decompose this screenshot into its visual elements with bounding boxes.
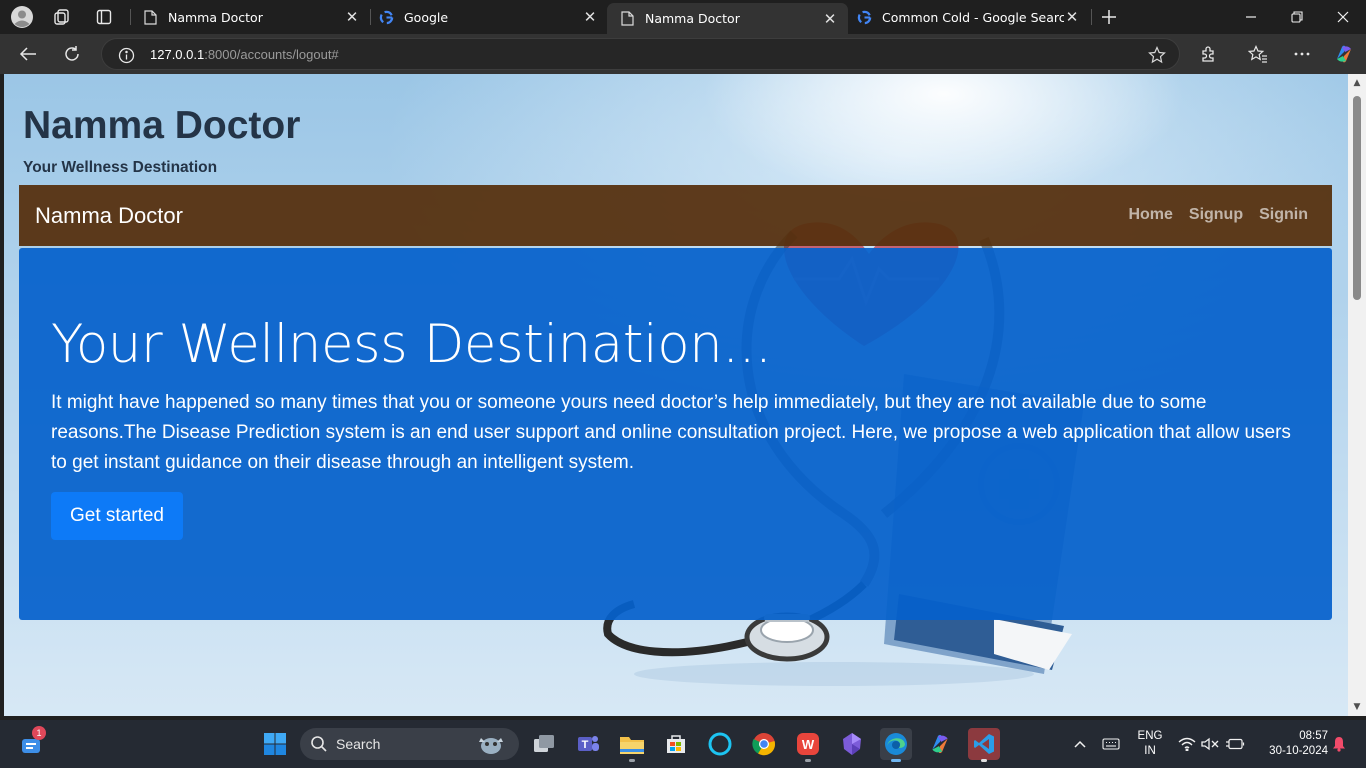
windows-taskbar: 1 Search T W ENG IN 08:57 30-10-2024 — [0, 720, 1366, 768]
page-icon — [142, 9, 158, 25]
show-hidden-icons-chevron-icon[interactable] — [1066, 728, 1094, 760]
tab-title: Google — [404, 9, 449, 25]
notification-badge: 1 — [32, 726, 46, 740]
svg-text:T: T — [582, 739, 589, 751]
file-explorer-icon[interactable] — [616, 728, 648, 762]
google-icon — [856, 9, 872, 25]
nav-link-signup[interactable]: Signup — [1189, 206, 1243, 224]
page-viewport: Namma Doctor Your Wellness Destination N… — [4, 74, 1348, 716]
workspaces-icon[interactable] — [50, 5, 74, 29]
restore-icon[interactable] — [1284, 4, 1310, 30]
nav-link-signin[interactable]: Signin — [1259, 206, 1308, 224]
hero-jumbotron: Your Wellness Destination... It might ha… — [19, 248, 1332, 620]
chrome-icon[interactable] — [748, 728, 780, 760]
browser-tab-strip: Namma Doctor ✕ Google ✕ Namma Doctor ✕ C… — [0, 0, 1366, 34]
close-tab-icon[interactable]: ✕ — [1064, 9, 1080, 25]
tab-title: Namma Doctor — [168, 9, 263, 25]
browser-tab-2[interactable]: Google ✕ — [366, 3, 608, 31]
site-title: Namma Doctor — [23, 104, 301, 147]
language-code: ENG — [1137, 730, 1163, 742]
close-tab-icon[interactable]: ✕ — [582, 9, 598, 25]
search-icon — [310, 735, 328, 757]
running-indicator — [805, 759, 811, 762]
running-indicator — [629, 759, 635, 762]
active-indicator — [891, 759, 901, 762]
favorite-star-icon[interactable] — [1147, 45, 1167, 65]
notification-bell-icon[interactable] — [1328, 728, 1350, 760]
tab-title: Common Cold - Google Search — [882, 9, 1064, 25]
get-started-button[interactable]: Get started — [51, 492, 183, 540]
scrollbar-thumb[interactable] — [1353, 96, 1361, 300]
page-scrollbar[interactable]: ▲ ▼ — [1348, 74, 1366, 716]
start-windows-icon[interactable] — [259, 728, 291, 760]
region-code: IN — [1144, 745, 1156, 757]
close-tab-icon[interactable]: ✕ — [822, 11, 838, 27]
browser-tab-1[interactable]: Namma Doctor ✕ — [130, 3, 370, 31]
url-path: :8000/accounts/logout# — [204, 47, 339, 62]
browser-tab-4[interactable]: Common Cold - Google Search ✕ — [844, 3, 1090, 31]
close-tab-icon[interactable]: ✕ — [344, 9, 360, 25]
more-options-icon[interactable] — [1287, 40, 1317, 68]
url-host: 127.0.0.1 — [150, 47, 205, 62]
edge-browser-icon[interactable] — [880, 728, 912, 762]
nav-link-home[interactable]: Home — [1128, 206, 1172, 224]
extensions-icon[interactable] — [1194, 40, 1224, 68]
profile-avatar-icon[interactable] — [10, 5, 34, 29]
browser-toolbar: 127.0.0.1:8000/accounts/logout# — [0, 34, 1366, 74]
scroll-down-arrow-icon[interactable]: ▼ — [1352, 702, 1362, 712]
browser-tab-3[interactable]: Namma Doctor ✕ — [607, 3, 848, 34]
wps-office-icon[interactable]: W — [792, 728, 824, 762]
site-info-icon[interactable] — [116, 45, 136, 65]
clock[interactable]: 08:57 30-10-2024 — [1256, 729, 1328, 759]
vscode-icon[interactable] — [968, 728, 1000, 762]
alexa-icon[interactable] — [704, 728, 736, 760]
refresh-icon[interactable] — [57, 40, 87, 68]
wifi-icon[interactable] — [1174, 728, 1200, 760]
tab-title: Namma Doctor — [645, 11, 740, 26]
tab-separator — [1091, 9, 1092, 25]
language-indicator[interactable]: ENG IN — [1134, 729, 1166, 759]
battery-charging-icon[interactable] — [1222, 728, 1248, 760]
hero-description: It might have happened so many times tha… — [51, 392, 1291, 473]
page-icon — [619, 11, 635, 27]
running-indicator — [981, 759, 987, 762]
nav-links: Home Signup Signin — [1128, 206, 1308, 224]
clock-date: 30-10-2024 — [1269, 745, 1328, 757]
svg-text:W: W — [802, 737, 815, 752]
obsidian-icon[interactable] — [836, 728, 868, 760]
close-window-icon[interactable] — [1330, 4, 1356, 30]
clock-time: 08:57 — [1299, 730, 1328, 742]
search-label: Search — [336, 736, 381, 752]
microsoft-store-icon[interactable] — [660, 728, 692, 760]
task-view-icon[interactable] — [528, 728, 560, 760]
scroll-up-arrow-icon[interactable]: ▲ — [1352, 78, 1362, 88]
search-highlight-icon — [477, 732, 505, 760]
chat-widget-icon[interactable]: 1 — [16, 726, 48, 760]
taskbar-search-box[interactable]: Search — [300, 728, 519, 760]
volume-muted-icon[interactable] — [1198, 728, 1222, 760]
new-tab-icon[interactable] — [1097, 5, 1121, 29]
google-icon — [378, 9, 394, 25]
back-arrow-icon[interactable] — [13, 40, 43, 68]
minimize-icon[interactable] — [1238, 4, 1264, 30]
navbar-brand[interactable]: Namma Doctor — [35, 203, 183, 229]
keyboard-icon[interactable] — [1097, 728, 1125, 760]
site-subtitle: Your Wellness Destination — [23, 159, 218, 176]
url-text: 127.0.0.1:8000/accounts/logout# — [150, 47, 339, 62]
hero-heading: Your Wellness Destination... — [51, 314, 772, 375]
copilot-app-icon[interactable] — [924, 728, 956, 760]
navbar: Namma Doctor Home Signup Signin — [19, 185, 1332, 246]
teams-icon[interactable]: T — [572, 728, 604, 760]
address-bar[interactable]: 127.0.0.1:8000/accounts/logout# — [101, 38, 1180, 70]
favorites-icon[interactable] — [1243, 40, 1273, 68]
copilot-icon[interactable] — [1329, 40, 1359, 68]
tab-actions-icon[interactable] — [92, 5, 116, 29]
